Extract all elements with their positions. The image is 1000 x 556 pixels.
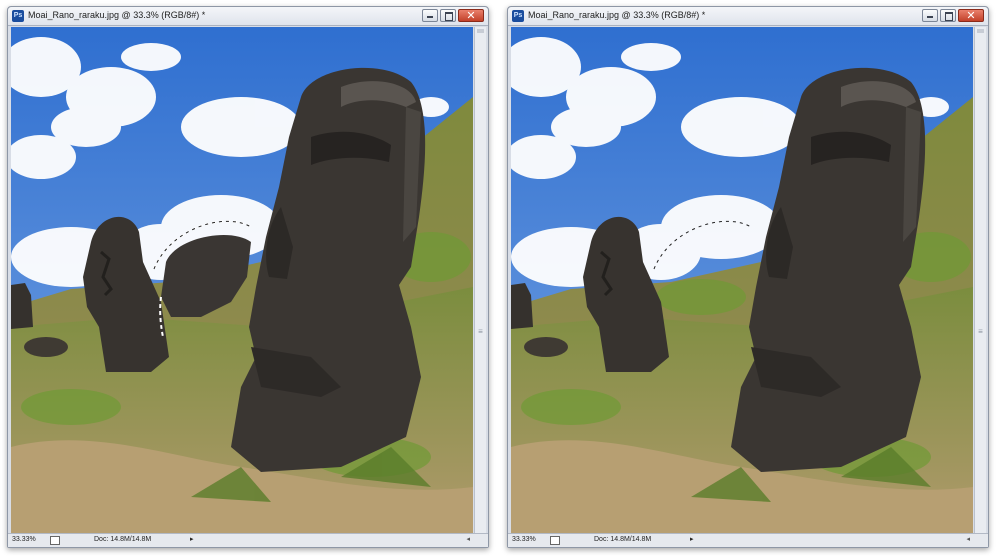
zoom-level[interactable]: 33.33% — [512, 536, 536, 543]
horizontal-scroll-left-arrow[interactable]: ◂ — [966, 535, 970, 543]
scroll-up-arrow[interactable] — [477, 29, 484, 33]
minimize-button[interactable] — [422, 9, 438, 22]
window-title: Moai_Rano_raraku.jpg @ 33.3% (RGB/8#) * — [528, 10, 706, 20]
moai-photo — [11, 27, 473, 535]
scroll-up-arrow[interactable] — [977, 29, 984, 33]
document-size: Doc: 14.8M/14.8M — [594, 536, 652, 543]
document-icon — [550, 536, 560, 545]
status-bar: 33.33% Doc: 14.8M/14.8M ▸ ◂ — [8, 533, 488, 547]
close-button[interactable]: ✕ — [458, 9, 484, 22]
window-title: Moai_Rano_raraku.jpg @ 33.3% (RGB/8#) * — [28, 10, 206, 20]
photoshop-icon: Ps — [12, 10, 24, 22]
window-titlebar[interactable]: Ps Moai_Rano_raraku.jpg @ 33.3% (RGB/8#)… — [8, 7, 488, 26]
maximize-icon — [445, 12, 453, 21]
moai-photo-edited — [511, 27, 973, 535]
document-window-right[interactable]: Ps Moai_Rano_raraku.jpg @ 33.3% (RGB/8#)… — [507, 6, 989, 548]
image-canvas[interactable] — [511, 27, 973, 535]
close-button[interactable]: ✕ — [958, 9, 984, 22]
photoshop-icon: Ps — [512, 10, 524, 22]
close-icon: ✕ — [466, 9, 476, 22]
maximize-button[interactable] — [440, 9, 456, 22]
zoom-level[interactable]: 33.33% — [12, 536, 36, 543]
status-bar: 33.33% Doc: 14.8M/14.8M ▸ ◂ — [508, 533, 988, 547]
scroll-grip[interactable]: ≡ — [477, 327, 484, 337]
minimize-icon — [427, 16, 433, 18]
maximize-button[interactable] — [940, 9, 956, 22]
maximize-icon — [945, 12, 953, 21]
vertical-scrollbar[interactable]: ≡ — [974, 27, 986, 535]
scroll-grip[interactable]: ≡ — [977, 327, 984, 337]
document-size: Doc: 14.8M/14.8M — [94, 536, 152, 543]
document-window-left[interactable]: Ps Moai_Rano_raraku.jpg @ 33.3% (RGB/8#)… — [7, 6, 489, 548]
status-menu-arrow[interactable]: ▸ — [690, 535, 694, 543]
minimize-icon — [927, 16, 933, 18]
status-menu-arrow[interactable]: ▸ — [190, 535, 194, 543]
close-icon: ✕ — [966, 9, 976, 22]
horizontal-scroll-left-arrow[interactable]: ◂ — [466, 535, 470, 543]
window-titlebar[interactable]: Ps Moai_Rano_raraku.jpg @ 33.3% (RGB/8#)… — [508, 7, 988, 26]
minimize-button[interactable] — [922, 9, 938, 22]
document-icon — [50, 536, 60, 545]
image-canvas[interactable] — [11, 27, 473, 535]
vertical-scrollbar[interactable]: ≡ — [474, 27, 486, 535]
